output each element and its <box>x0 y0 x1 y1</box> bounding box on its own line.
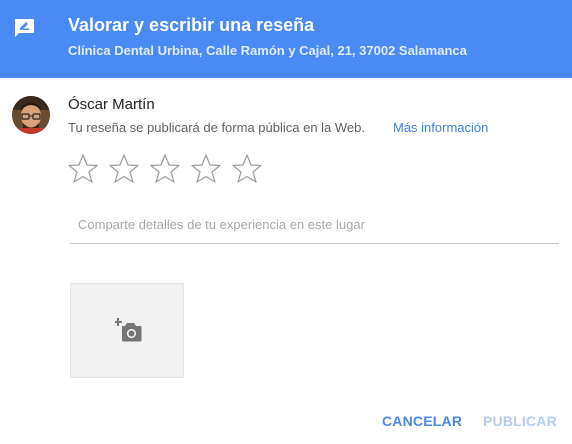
user-name: Óscar Martín <box>68 96 155 113</box>
star-5-icon[interactable] <box>230 152 264 186</box>
cancel-button[interactable]: CANCELAR <box>382 413 462 429</box>
dialog-header: Valorar y escribir una reseña Clínica De… <box>0 0 572 78</box>
star-4-icon[interactable] <box>189 152 223 186</box>
place-address: Clínica Dental Urbina, Calle Ramón y Caj… <box>68 43 467 58</box>
add-photo-icon <box>115 318 142 342</box>
star-3-icon[interactable] <box>148 152 182 186</box>
more-info-link[interactable]: Más información <box>393 120 488 135</box>
public-notice: Tu reseña se publicará de forma pública … <box>68 120 366 135</box>
avatar <box>12 96 50 134</box>
publish-button[interactable]: PUBLICAR <box>483 413 557 429</box>
dialog-title: Valorar y escribir una reseña <box>68 15 315 35</box>
star-2-icon[interactable] <box>107 152 141 186</box>
star-1-icon[interactable] <box>66 152 100 186</box>
add-photo-button[interactable] <box>70 283 184 378</box>
review-input[interactable] <box>70 206 559 244</box>
star-rating <box>66 152 266 186</box>
rate-review-icon <box>15 19 34 37</box>
